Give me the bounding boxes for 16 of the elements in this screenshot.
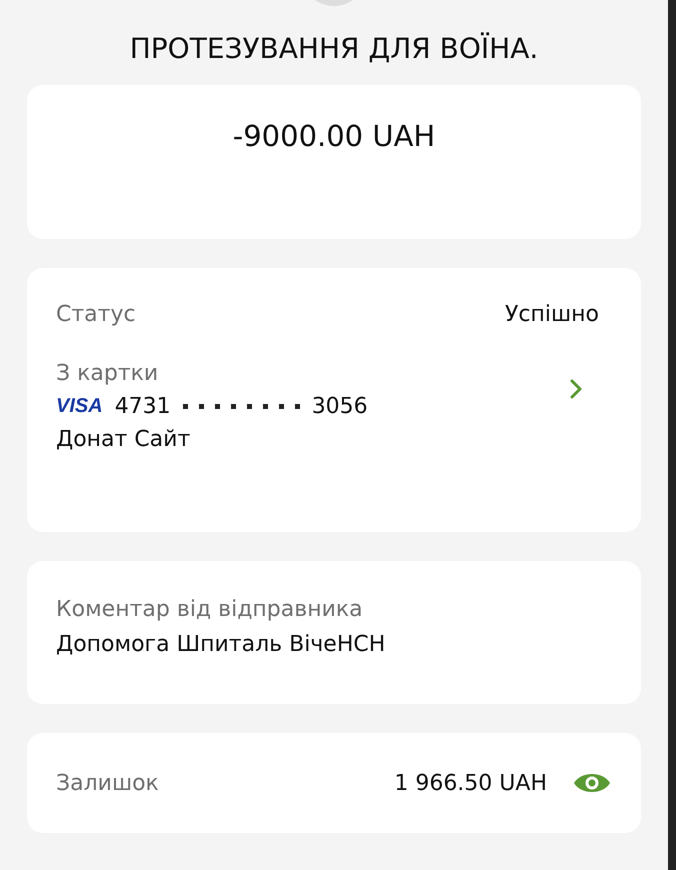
eye-icon[interactable] bbox=[573, 771, 611, 795]
card-name: Донат Сайт bbox=[56, 427, 192, 452]
card-label: З картки bbox=[56, 361, 160, 386]
amount: -9000.00 UAH bbox=[232, 119, 436, 153]
balance-value: 1 966.50 UAH bbox=[394, 770, 547, 796]
card-first-digits: 4731 bbox=[114, 394, 171, 419]
card-brand-logo: VISA bbox=[56, 395, 103, 418]
transaction-title: ПРОТЕЗУВАННЯ ДЛЯ ВОЇНА. bbox=[130, 32, 538, 65]
balance-label: Залишок bbox=[56, 770, 159, 796]
status-label: Статус bbox=[56, 302, 136, 327]
status-value: Успішно bbox=[505, 302, 599, 327]
chevron-right-icon[interactable] bbox=[569, 378, 583, 400]
card-last-digits: 3056 bbox=[312, 394, 368, 419]
masked-digits-icon bbox=[182, 404, 300, 409]
comment-text: Допомога Шпиталь ВічеНСН bbox=[56, 632, 386, 657]
comment-label: Коментар від відправника bbox=[56, 597, 364, 622]
